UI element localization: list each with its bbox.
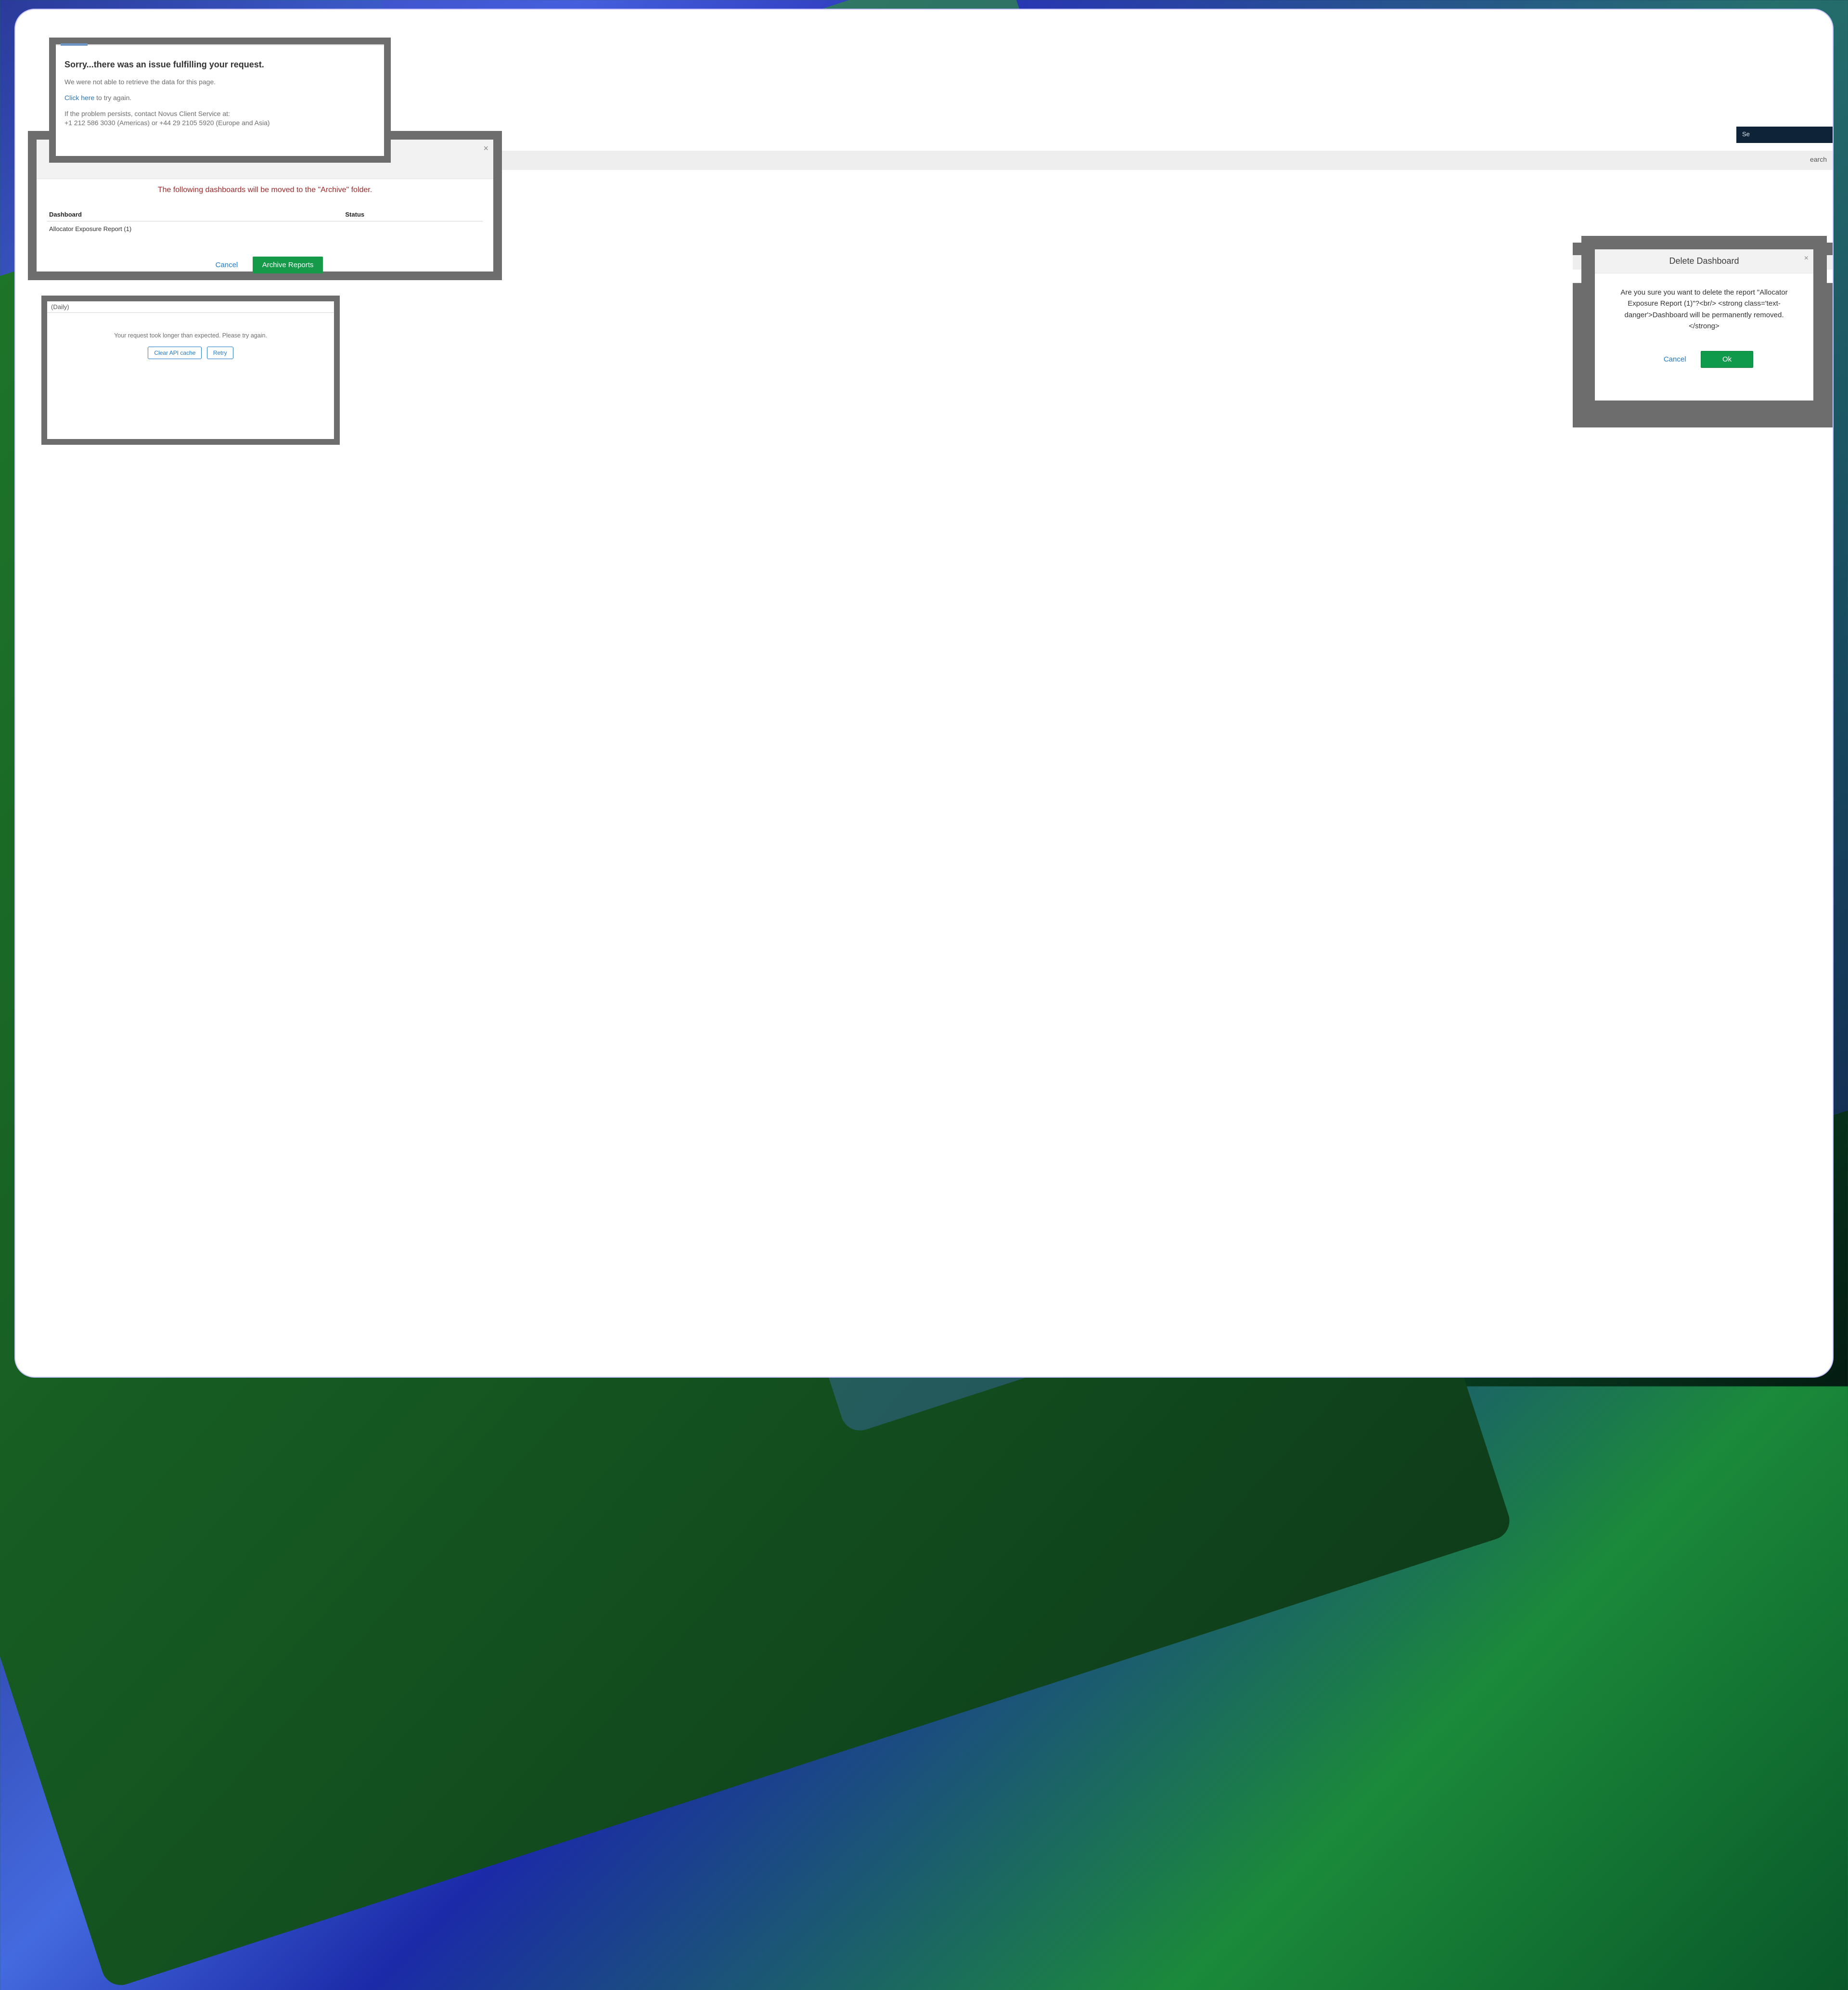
- row-dashboard: Allocator Exposure Report (1): [47, 221, 343, 237]
- delete-dialog-body: Are you sure you want to delete the repo…: [1595, 273, 1813, 336]
- archive-warning: The following dashboards will be moved t…: [47, 186, 483, 194]
- ok-button[interactable]: Ok: [1701, 351, 1753, 368]
- close-icon[interactable]: ×: [1804, 254, 1809, 263]
- error-title: Sorry...there was an issue fulfilling yo…: [64, 60, 375, 70]
- cancel-button[interactable]: Cancel: [1655, 351, 1695, 368]
- retry-message: Your request took longer than expected. …: [47, 332, 334, 339]
- col-dashboard: Dashboard: [47, 208, 343, 221]
- active-tab-indicator: [61, 43, 88, 46]
- archive-reports-button[interactable]: Archive Reports: [253, 257, 323, 273]
- bg-search-tab: earch: [1810, 155, 1827, 163]
- clear-api-cache-button[interactable]: Clear API cache: [148, 347, 202, 359]
- retry-suffix: to try again.: [94, 94, 131, 102]
- error-contact-label: If the problem persists, contact Novus C…: [64, 110, 230, 117]
- archive-table: Dashboard Status Allocator Exposure Repo…: [47, 208, 483, 236]
- error-line1: We were not able to retrieve the data fo…: [64, 78, 375, 87]
- retry-panel: (Daily) Your request took longer than ex…: [41, 296, 340, 445]
- bg-search-text: Se: [1742, 130, 1750, 138]
- card-surface: Se earch Sorry...there was an issue fulf…: [14, 9, 1834, 1378]
- delete-dialog-header: Delete Dashboard ×: [1595, 249, 1813, 273]
- retry-panel-bar: (Daily): [47, 301, 334, 313]
- col-status: Status: [343, 208, 483, 221]
- row-status: [343, 221, 483, 237]
- retry-button[interactable]: Retry: [207, 347, 233, 359]
- error-contact: If the problem persists, contact Novus C…: [64, 109, 375, 128]
- close-icon[interactable]: ×: [483, 143, 488, 154]
- table-row: Allocator Exposure Report (1): [47, 221, 483, 237]
- retry-bar-label: (Daily): [51, 303, 69, 310]
- delete-dashboard-dialog: Delete Dashboard × Are you sure you want…: [1581, 236, 1827, 414]
- cancel-button[interactable]: Cancel: [207, 257, 247, 273]
- error-panel: Sorry...there was an issue fulfilling yo…: [49, 38, 391, 163]
- error-contact-phones: +1 212 586 3030 (Americas) or +44 29 210…: [64, 119, 270, 127]
- error-retry-line: Click here to try again.: [64, 93, 375, 103]
- retry-link[interactable]: Click here: [64, 94, 94, 102]
- bg-search-dark: Se: [1736, 127, 1833, 143]
- delete-dialog-title: Delete Dashboard: [1669, 256, 1739, 266]
